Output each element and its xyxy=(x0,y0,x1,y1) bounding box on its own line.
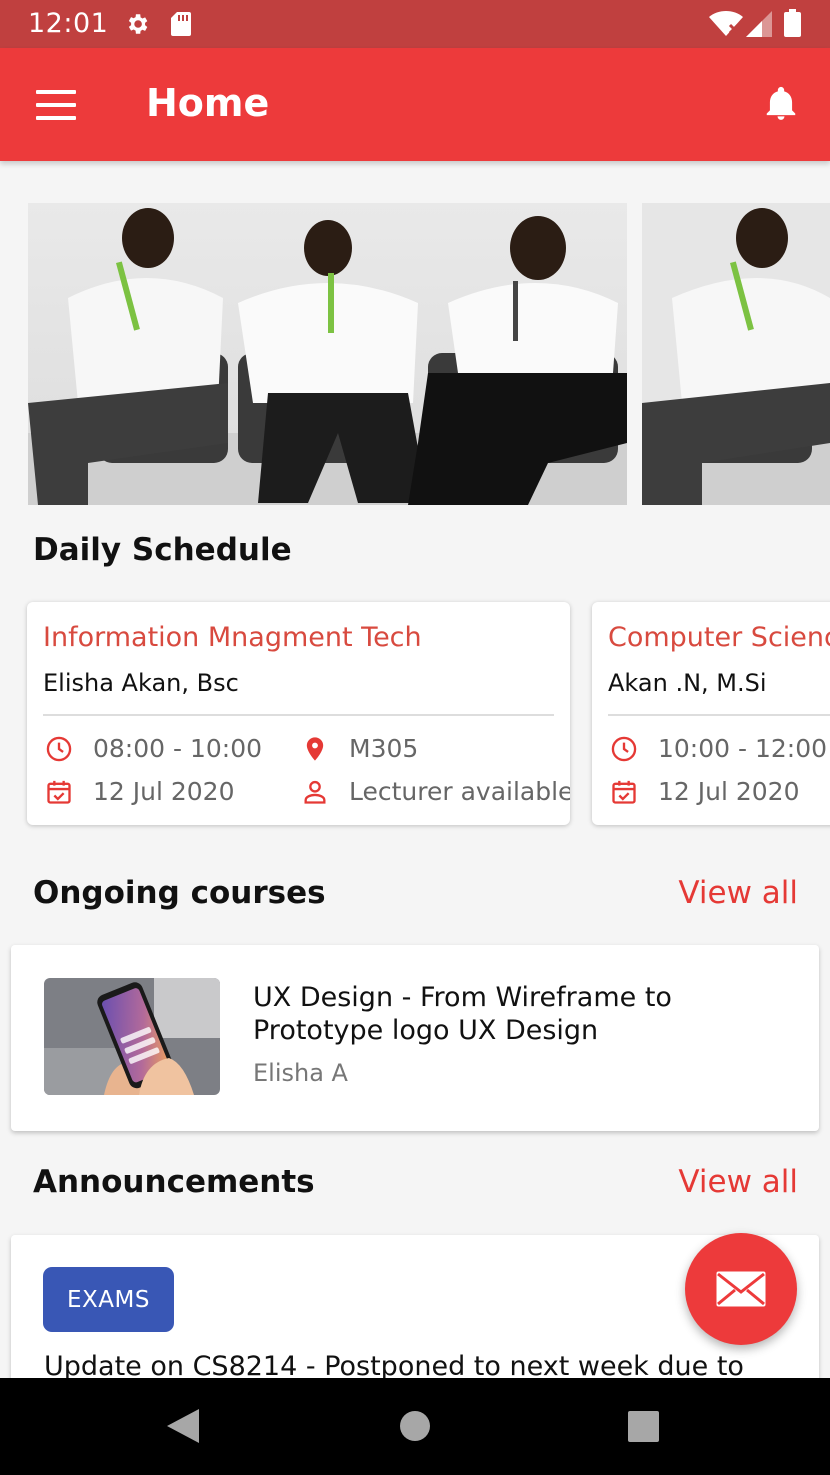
home-button[interactable] xyxy=(400,1411,430,1441)
course-author: Elisha A xyxy=(253,1059,348,1087)
schedule-card[interactable]: Computer Science Akan .N, M.Si 10:00 - 1… xyxy=(592,602,830,825)
schedule-date: 12 Jul 2020 xyxy=(658,777,800,806)
view-all-courses-link[interactable]: View all xyxy=(678,875,798,911)
schedule-heading: Daily Schedule xyxy=(33,532,292,568)
schedule-status-row: Lecturer available xyxy=(301,777,570,806)
banner-image[interactable] xyxy=(28,203,627,505)
divider xyxy=(43,714,554,716)
battery-icon xyxy=(784,9,801,37)
status-bar: 12:01 xyxy=(0,0,830,48)
clock-icon xyxy=(46,736,72,761)
bell-icon[interactable] xyxy=(762,84,800,124)
schedule-date-row: 12 Jul 2020 xyxy=(45,777,235,806)
person-icon xyxy=(304,780,326,804)
schedule-card[interactable]: Information Mnagment Tech Elisha Akan, B… xyxy=(27,602,570,825)
signal-icon xyxy=(746,11,772,37)
page-title: Home xyxy=(146,81,270,125)
schedule-time-row: 08:00 - 10:00 xyxy=(45,734,262,763)
schedule-lecturer: Akan .N, M.Si xyxy=(608,669,767,697)
compose-message-button[interactable] xyxy=(685,1233,797,1345)
menu-icon[interactable] xyxy=(36,90,76,120)
schedule-lecturer: Elisha Akan, Bsc xyxy=(43,669,239,697)
announcement-tag: EXAMS xyxy=(43,1267,174,1332)
schedule-status: Lecturer available xyxy=(349,777,570,806)
back-icon[interactable] xyxy=(167,1409,199,1443)
sd-card-icon xyxy=(171,12,191,36)
mail-icon xyxy=(716,1271,766,1307)
schedule-date-row: 12 Jul 2020 xyxy=(610,777,800,806)
schedule-room-row: M305 xyxy=(301,734,418,763)
schedule-time: 08:00 - 10:00 xyxy=(93,734,263,763)
banner-image[interactable] xyxy=(642,203,830,505)
calendar-icon xyxy=(612,780,636,804)
ongoing-courses-heading: Ongoing courses xyxy=(33,875,326,911)
calendar-icon xyxy=(47,780,71,804)
course-thumbnail xyxy=(44,978,220,1095)
announcements-heading: Announcements xyxy=(33,1164,315,1200)
status-time: 12:01 xyxy=(28,8,109,39)
schedule-course-name: Information Mnagment Tech xyxy=(43,622,422,653)
schedule-course-name: Computer Science xyxy=(608,622,830,653)
wifi-icon xyxy=(709,11,743,36)
course-card[interactable]: UX Design - From Wireframe to Prototype … xyxy=(11,945,819,1131)
schedule-room: M305 xyxy=(349,734,419,763)
course-title: UX Design - From Wireframe to Prototype … xyxy=(253,982,672,1046)
view-all-announcements-link[interactable]: View all xyxy=(678,1164,798,1200)
app-bar: Home xyxy=(0,48,830,161)
divider xyxy=(608,714,830,716)
schedule-time: 10:00 - 12:00 xyxy=(658,734,828,763)
schedule-date: 12 Jul 2020 xyxy=(93,777,235,806)
system-nav-bar xyxy=(0,1378,830,1475)
recents-button[interactable] xyxy=(628,1411,659,1442)
schedule-time-row: 10:00 - 12:00 xyxy=(610,734,827,763)
settings-icon xyxy=(128,14,148,34)
clock-icon xyxy=(611,736,637,761)
location-pin-icon xyxy=(306,736,324,761)
